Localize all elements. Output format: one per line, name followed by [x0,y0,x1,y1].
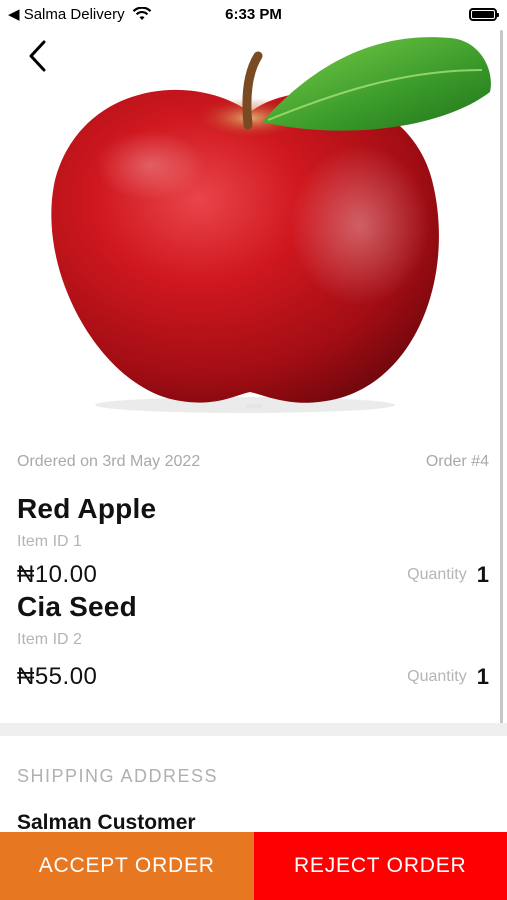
back-button[interactable] [22,38,52,74]
item-price: ₦55.00 [17,663,98,690]
order-actions: ACCEPT ORDER REJECT ORDER [0,832,507,900]
quantity-label: Quantity [407,668,467,685]
item-price-row: ₦55.00 Quantity 1 [17,663,489,691]
battery-icon [469,7,499,21]
accept-order-button[interactable]: ACCEPT ORDER [0,832,254,900]
item-name: Cia Seed [17,591,137,622]
item-id: Item ID 2 [17,631,82,648]
order-item: Cia Seed Item ID 2 ₦55.00 Quantity 1 [0,591,507,691]
item-name: Red Apple [17,493,157,524]
order-date: Ordered on 3rd May 2022 [17,453,201,470]
product-image [0,0,507,425]
item-price-row: ₦10.00 Quantity 1 [17,561,489,589]
order-meta: Ordered on 3rd May 2022 Order #4 [0,453,507,471]
item-quantity: Quantity 1 [407,664,489,690]
wifi-icon [132,7,151,20]
item-quantity: Quantity 1 [407,562,489,588]
quantity-value: 1 [476,664,489,689]
order-item: Red Apple Item ID 1 ₦10.00 Quantity 1 [0,493,507,589]
order-number: Order #4 [425,453,489,470]
chevron-left-icon [29,40,46,72]
back-to-app-link[interactable]: ◀ Salma Delivery [8,5,125,23]
apple-image [51,37,491,413]
image-pager-indicator [246,404,262,408]
quantity-value: 1 [476,562,489,587]
item-id: Item ID 1 [17,533,82,550]
quantity-label: Quantity [407,566,467,583]
section-divider [0,723,507,736]
order-details: Ordered on 3rd May 2022 Order #4 Red App… [0,425,507,691]
shipping-address-heading: SHIPPING ADDRESS [17,766,219,786]
item-price: ₦10.00 [17,561,98,588]
reject-order-button[interactable]: REJECT ORDER [253,832,507,900]
status-bar: ◀ Salma Delivery 6:33 PM [0,0,507,28]
